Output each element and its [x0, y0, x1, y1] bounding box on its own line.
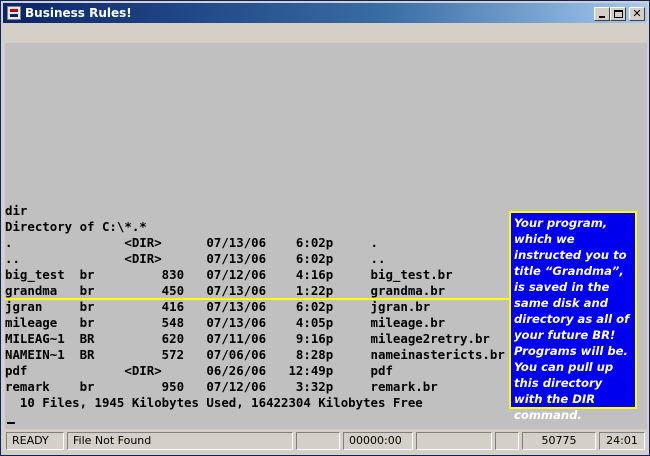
status-time: 00000:00 — [343, 432, 413, 450]
status-panel-empty — [416, 432, 492, 450]
callout-text: Your program, which we instructed you to… — [514, 216, 630, 422]
text-cursor — [7, 422, 15, 424]
status-panel-empty — [296, 432, 340, 450]
console-line: grandma br 450 07/13/06 1:22p grandma.br — [5, 283, 446, 298]
console-line: jgran br 416 07/13/06 6:02p jgran.br — [5, 299, 431, 314]
window-title: Business Rules! — [25, 6, 132, 20]
status-message: File Not Found — [67, 432, 293, 450]
minimize-icon — [599, 16, 605, 18]
console-line: mileage br 548 07/13/06 4:05p mileage.br — [5, 315, 446, 330]
close-icon: ✕ — [632, 7, 642, 20]
minimize-button[interactable] — [594, 7, 610, 21]
console-line: big_test br 830 07/12/06 4:16p big_test.… — [5, 267, 453, 282]
status-clock: 24:01 — [599, 432, 645, 450]
status-ready: READY — [6, 432, 64, 450]
console-line: remark br 950 07/12/06 3:32p remark.br — [5, 379, 438, 394]
app-window: Business Rules! ✕ dir Directory of C:\*.*… — [0, 0, 650, 456]
console-line: MILEAG~1 BR 620 07/11/06 9:16p mileage2r… — [5, 331, 490, 346]
status-panel-empty — [495, 432, 519, 450]
highlight-underline — [5, 298, 511, 300]
app-icon[interactable] — [7, 6, 21, 20]
console-line: . <DIR> 07/13/06 6:02p . — [5, 235, 378, 250]
title-bar[interactable]: Business Rules! ✕ — [3, 3, 647, 23]
console-line: 10 Files, 1945 Kilobytes Used, 16422304 … — [5, 395, 423, 410]
console-line: NAMEIN~1 BR 572 07/06/06 8:28p nameinast… — [5, 347, 505, 362]
console-line: .. <DIR> 07/13/06 6:02p .. — [5, 251, 386, 266]
maximize-button[interactable] — [610, 7, 626, 21]
console-output: dir Directory of C:\*.*. <DIR> 07/13/06 6… — [5, 203, 505, 411]
console-line: Directory of C:\*.* — [5, 219, 147, 234]
console-line: pdf <DIR> 06/26/06 12:49p pdf — [5, 363, 393, 378]
maximize-icon — [614, 10, 623, 18]
annotation-callout: Your program, which we instructed you to… — [509, 211, 637, 422]
toolbar-area — [5, 25, 647, 43]
status-bar: READY File Not Found 00000:00 50775 24:0… — [5, 431, 647, 453]
close-button[interactable]: ✕ — [629, 7, 645, 21]
console-line: dir — [5, 203, 28, 218]
status-number: 50775 — [522, 432, 596, 450]
